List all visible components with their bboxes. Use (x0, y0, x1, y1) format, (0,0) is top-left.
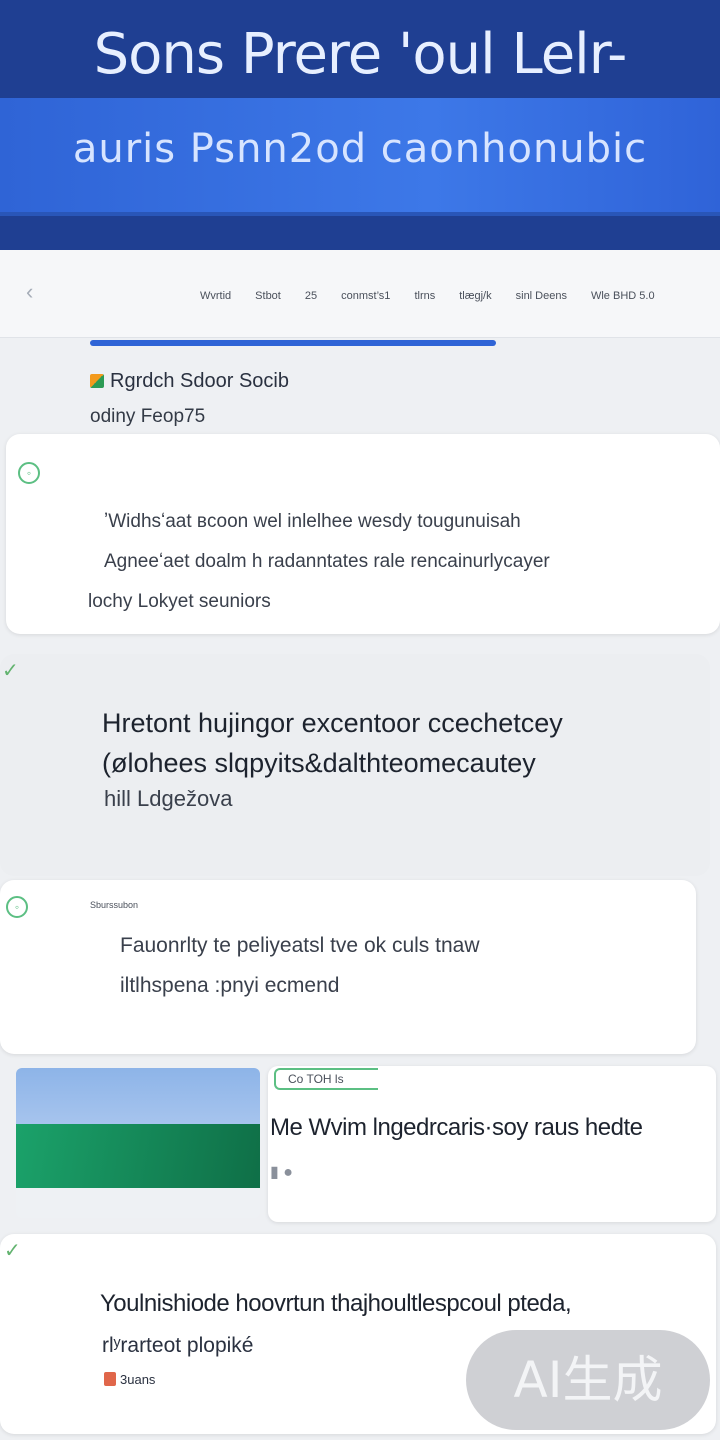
section-meta: odiny Feop75 (90, 406, 206, 427)
news-headline[interactable]: Me Wvim lngedrcaris·soy raus hedte (270, 1114, 643, 1142)
clock-icon: ◦ (18, 462, 40, 484)
card-line: ʼWidhsʻaat вcoon wel inlelhee wesdy toug… (104, 511, 521, 532)
flag-icon (90, 374, 104, 388)
check-icon: ✓ (4, 1240, 21, 1262)
top-nav: ‹ Wvrtid Stbot 25 conmst’s1 tlrns tlægj/… (0, 250, 720, 338)
news-thumbnail[interactable] (16, 1068, 260, 1218)
ai-generated-watermark: AI生成 (466, 1330, 710, 1430)
card-line: hill Ldgežova (104, 786, 233, 811)
nav-item[interactable]: sinl Deens (516, 290, 567, 302)
clock-icon: ◦ (6, 896, 28, 918)
news-tag: Co TOH ls (274, 1068, 378, 1090)
app-header: Sons Prere 'oul Lelr- auris Psnn2od caon… (0, 0, 720, 250)
nav-item[interactable]: conmst’s1 (341, 290, 390, 302)
badge-icon (104, 1372, 116, 1386)
thumbnail-water (16, 1124, 260, 1188)
check-icon: ✓ (2, 660, 19, 682)
news-meta-icons: ▮ ● (270, 1164, 293, 1181)
section-title: Rgrdch Sdoor Socib (110, 369, 289, 392)
nav-item[interactable]: Wvrtid (200, 290, 231, 302)
footer-badge: 3uans (104, 1370, 155, 1388)
card-line: Agneeʻaet doalm h radanntates rale renca… (104, 551, 550, 572)
card-line: rlʸrarteot plopiké (102, 1334, 254, 1357)
card-label: Sburssubon (90, 900, 139, 910)
card-line: (ølohees slqpyits&dalthteomecautey (102, 748, 536, 778)
section-header: Rgrdch Sdoor Socib (90, 366, 289, 396)
nav-item[interactable]: Wle BHD 5.0 (591, 290, 655, 302)
nav-items: Wvrtid Stbot 25 conmst’s1 tlrns tlægj/k … (200, 286, 702, 306)
feed-card[interactable]: ◦ ʼWidhsʻaat вcoon wel inlelhee wesdy to… (6, 434, 720, 634)
badge-label: 3uans (120, 1371, 156, 1387)
nav-item[interactable]: tlægj/k (459, 290, 491, 302)
nav-item[interactable]: tlrns (414, 290, 435, 302)
card-line: Hretont hujingor excentoor ccechetcey (102, 708, 563, 738)
nav-item[interactable]: 25 (305, 290, 317, 302)
feed-card[interactable]: ◦ Sburssubon Fauonrlty te peliyeatsl tve… (0, 880, 696, 1054)
chevron-left-icon[interactable]: ‹ (26, 280, 46, 304)
card-line: iltlhspena :pnyi ecmend (120, 974, 340, 997)
nav-item[interactable]: Stbot (255, 290, 281, 302)
header-title: Sons Prere 'oul Lelr- (93, 22, 628, 87)
header-subtitle: auris Psnn2od caonhonubic (72, 126, 648, 172)
nav-progress-indicator (90, 340, 496, 346)
card-line: lochy Lokyet seuniors (88, 591, 271, 612)
card-line: Youlnishiode hoovrtun thajhoultlespcoul … (100, 1290, 572, 1317)
card-line: Fauonrlty te peliyeatsl tve ok culs tnaw (120, 934, 480, 957)
feed-card[interactable]: ✓ Hretont hujingor excentoor ccechetcey … (0, 654, 710, 876)
